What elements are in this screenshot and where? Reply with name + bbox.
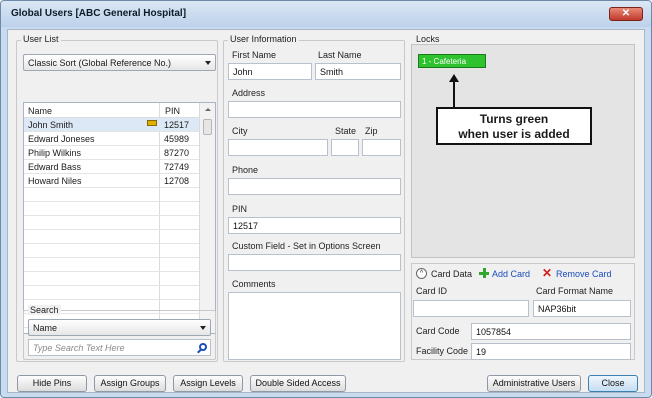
sort-select-value: Classic Sort (Global Reference No.): [28, 58, 172, 68]
add-icon[interactable]: [479, 268, 489, 278]
search-placeholder: Type Search Text Here: [33, 343, 125, 353]
hide-pins-button[interactable]: Hide Pins: [17, 375, 87, 392]
row-name: John Smith: [28, 120, 74, 130]
card-data-label: Card Data: [431, 269, 473, 279]
lock-item-cafeteria[interactable]: 1 - Cafeteria: [418, 54, 486, 68]
address-field[interactable]: [228, 101, 401, 118]
empty-row: [24, 216, 200, 230]
row-name: Edward Bass: [28, 162, 82, 172]
row-pin: 87270: [164, 148, 190, 158]
user-list-group-label: User List: [21, 34, 61, 44]
grid-header: Name PIN: [24, 103, 200, 118]
empty-row: [24, 272, 200, 286]
table-row[interactable]: Edward Joneses 45989: [24, 132, 200, 146]
table-row[interactable]: Howard Niles 12708: [24, 174, 200, 188]
collapse-icon[interactable]: ^: [416, 268, 427, 279]
table-row[interactable]: John Smith 12517: [24, 118, 200, 132]
locks-group-label: Locks: [414, 34, 442, 44]
locks-panel: [411, 44, 635, 258]
zip-label: Zip: [365, 126, 378, 136]
assign-groups-button[interactable]: Assign Groups: [94, 375, 166, 392]
card-id-field[interactable]: [413, 300, 529, 317]
row-name: Howard Niles: [28, 176, 82, 186]
city-label: City: [232, 126, 248, 136]
user-info-group-label: User Information: [228, 34, 299, 44]
state-field[interactable]: [331, 139, 359, 156]
last-name-field[interactable]: Smith: [315, 63, 401, 80]
assign-levels-button[interactable]: Assign Levels: [173, 375, 243, 392]
scroll-up-icon[interactable]: [205, 108, 211, 111]
empty-row: [24, 230, 200, 244]
row-name: Philip Wilkins: [28, 148, 82, 158]
administrative-users-button[interactable]: Administrative Users: [487, 375, 581, 392]
card-format-field[interactable]: NAP36bit: [533, 300, 631, 317]
empty-row: [24, 258, 200, 272]
row-pin: 12708: [164, 176, 190, 186]
search-icon[interactable]: [199, 343, 207, 351]
card-id-label: Card ID: [416, 286, 448, 296]
sort-select[interactable]: Classic Sort (Global Reference No.): [23, 54, 216, 71]
annotation-line-2: when user is added: [458, 127, 570, 141]
row-pin: 72749: [164, 162, 190, 172]
remove-card-link[interactable]: Remove Card: [556, 269, 612, 279]
facility-code-label: Facility Code: [416, 346, 469, 356]
last-name-label: Last Name: [318, 50, 362, 60]
add-card-link[interactable]: Add Card: [492, 269, 530, 279]
phone-label: Phone: [232, 165, 259, 175]
window-title: Global Users [ABC General Hospital]: [11, 8, 187, 19]
first-name-label: First Name: [232, 50, 277, 60]
dialog-body: User List Classic Sort (Global Reference…: [7, 29, 645, 393]
table-row[interactable]: Edward Bass 72749: [24, 160, 200, 174]
empty-row: [24, 244, 200, 258]
comments-label: Comments: [232, 279, 276, 289]
close-button[interactable]: Close: [588, 375, 638, 392]
first-name-field[interactable]: John: [228, 63, 312, 80]
user-grid: Name PIN John Smith 12517 Edward Joneses…: [23, 102, 216, 335]
empty-row: [24, 188, 200, 202]
zip-field[interactable]: [362, 139, 401, 156]
scroll-thumb[interactable]: [203, 119, 212, 135]
search-input[interactable]: Type Search Text Here: [28, 339, 211, 356]
global-users-window: Global Users [ABC General Hospital] ✕ Us…: [0, 0, 652, 398]
city-field[interactable]: [228, 139, 328, 156]
card-format-label: Card Format Name: [536, 286, 614, 296]
search-field-select[interactable]: Name: [28, 319, 211, 336]
custom-field-label: Custom Field - Set in Options Screen: [232, 241, 381, 251]
chevron-down-icon: [205, 61, 211, 65]
chevron-down-icon: [200, 326, 206, 330]
search-group-label: Search: [28, 305, 61, 315]
state-label: State: [335, 126, 357, 136]
row-name: Edward Joneses: [28, 134, 95, 144]
card-code-label: Card Code: [416, 326, 460, 336]
row-pin: 45989: [164, 134, 190, 144]
grid-scrollbar[interactable]: [199, 103, 215, 333]
double-sided-access-button[interactable]: Double Sided Access: [250, 375, 346, 392]
comments-field[interactable]: [228, 292, 401, 360]
table-row[interactable]: Philip Wilkins 87270: [24, 146, 200, 160]
window-close-button[interactable]: ✕: [609, 7, 643, 21]
pin-field[interactable]: 12517: [228, 217, 401, 234]
address-label: Address: [232, 88, 266, 98]
custom-field[interactable]: [228, 254, 401, 271]
column-header-name[interactable]: Name: [28, 106, 52, 116]
search-field-value: Name: [33, 323, 58, 333]
row-pin: 12517: [164, 120, 190, 130]
pin-label: PIN: [232, 204, 248, 214]
remove-icon[interactable]: ✕: [542, 267, 552, 279]
title-bar: Global Users [ABC General Hospital] ✕: [1, 1, 651, 27]
annotation-callout: Turns green when user is added: [436, 107, 592, 145]
empty-row: [24, 202, 200, 216]
empty-row: [24, 286, 200, 300]
annotation-line-1: Turns green: [479, 112, 549, 126]
callout-arrow-line: [453, 80, 455, 108]
facility-code-field[interactable]: 19: [471, 343, 631, 360]
card-code-field[interactable]: 1057854: [471, 323, 631, 340]
card-icon: [147, 120, 157, 126]
column-header-pin[interactable]: PIN: [165, 106, 180, 116]
phone-field[interactable]: [228, 178, 401, 195]
